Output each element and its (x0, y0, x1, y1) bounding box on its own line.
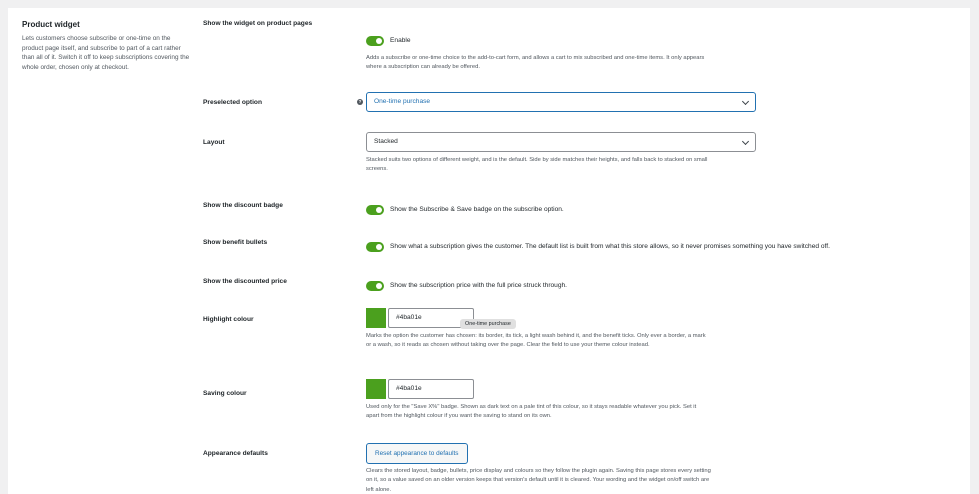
chevron-down-icon (741, 137, 750, 146)
saving-colour-description: Used only for the "Save X%" badge. Shown… (366, 404, 697, 420)
show-widget-description: Adds a subscribe or one-time choice to t… (366, 55, 705, 71)
help-icon[interactable]: ? (357, 99, 363, 105)
layout-select[interactable]: Stacked (366, 132, 756, 152)
show-widget-toggle-label: Enable (390, 37, 411, 45)
discount-badge-toggle-label: Show the Subscribe & Save badge on the s… (390, 206, 564, 214)
show-widget-toggle[interactable] (366, 35, 384, 46)
layout-description: Stacked suits two options of different w… (366, 157, 708, 173)
benefit-bullets-toggle-label: Show what a subscription gives the custo… (390, 243, 830, 251)
select-tooltip: One-time purchase (460, 319, 516, 329)
discount-badge-toggle[interactable] (366, 204, 384, 215)
show-widget-label: Show the widget on product pages (203, 20, 313, 27)
highlight-colour-swatch[interactable] (366, 308, 386, 328)
benefit-bullets-toggle[interactable] (366, 241, 384, 252)
highlight-colour-label: Highlight colour (203, 316, 254, 323)
settings-panel: Product widget Lets customers choose sub… (8, 8, 970, 494)
benefit-bullets-label: Show benefit bullets (203, 239, 268, 246)
section-title: Product widget (22, 20, 80, 29)
saving-colour-label: Saving colour (203, 390, 247, 397)
preselected-label: Preselected option (203, 99, 262, 106)
discount-badge-label: Show the discount badge (203, 202, 283, 209)
preselected-select[interactable]: ? One-time purchase (357, 92, 756, 112)
preselected-value: One-time purchase (374, 98, 431, 105)
chevron-down-icon (741, 97, 750, 106)
discounted-price-toggle-label: Show the subscription price with the ful… (390, 282, 568, 290)
highlight-colour-description: Marks the option the customer has chosen… (366, 333, 706, 349)
reset-appearance-button[interactable]: Reset appearance to defaults (366, 443, 468, 464)
appearance-defaults-description: Clears the stored layout, badge, bullets… (366, 468, 711, 493)
layout-value: Stacked (374, 138, 398, 145)
section-description: Lets customers choose subscribe or one-t… (22, 35, 190, 71)
saving-colour-swatch[interactable] (366, 379, 386, 399)
discounted-price-label: Show the discounted price (203, 278, 287, 285)
saving-colour-input[interactable]: #4ba01e (388, 379, 474, 399)
section-sidebar: Product widget Lets customers choose sub… (22, 20, 190, 72)
discounted-price-toggle[interactable] (366, 280, 384, 291)
appearance-defaults-label: Appearance defaults (203, 450, 268, 457)
layout-label: Layout (203, 139, 225, 146)
